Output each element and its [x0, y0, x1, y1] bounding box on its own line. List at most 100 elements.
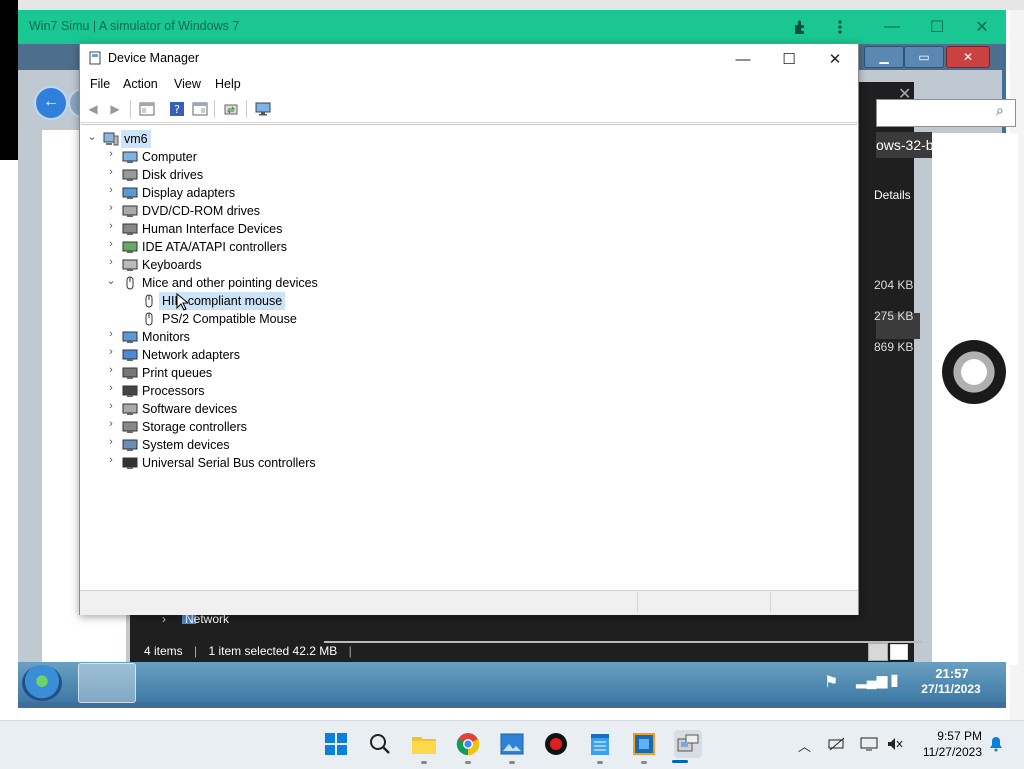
chevron-right-icon[interactable]: ›	[105, 364, 117, 382]
details-view-icon[interactable]	[868, 643, 888, 661]
horizontal-scrollbar[interactable]	[324, 641, 922, 643]
extensions-icon[interactable]	[778, 10, 822, 44]
tree-category-system-devices[interactable]: System devices	[142, 436, 230, 454]
device-manager-icon[interactable]	[674, 730, 702, 758]
flag-icon[interactable]: ⚑	[824, 672, 838, 692]
win11-clock-time[interactable]: 9:57 PM	[920, 729, 982, 743]
tree-category-print-queues[interactable]: Print queues	[142, 364, 212, 382]
menu-help[interactable]: Help	[215, 77, 241, 91]
top-strip	[0, 0, 1024, 10]
update-driver-icon[interactable]	[222, 100, 240, 118]
simu-maximize-button[interactable]: ☐	[915, 10, 959, 44]
network-disconnected-icon[interactable]	[828, 736, 846, 755]
dm-close-button[interactable]: ✕	[812, 44, 858, 74]
chevron-right-icon[interactable]: ›	[105, 184, 117, 202]
details-label[interactable]: Details	[874, 188, 911, 202]
back-icon[interactable]: ◀	[84, 100, 102, 118]
tree-category-processors[interactable]: Processors	[142, 382, 205, 400]
monitors-icon	[122, 331, 138, 343]
help-icon[interactable]: ?	[168, 100, 186, 118]
explorer-minimize-button[interactable]: ▁	[864, 46, 904, 68]
search-icon[interactable]: ⌕	[996, 102, 1004, 119]
file-explorer-icon[interactable]	[410, 730, 438, 758]
dm-minimize-button[interactable]: —	[720, 44, 766, 74]
device-manager-window: Device Manager — ☐ ✕ File Action View He…	[79, 43, 859, 615]
explorer-tab[interactable]: ows-32-b	[876, 132, 932, 158]
chevron-right-icon[interactable]: ›	[105, 328, 117, 346]
running-indicator	[597, 761, 603, 764]
chevron-right-icon[interactable]: ›	[105, 256, 117, 274]
keyboards-icon	[122, 259, 138, 271]
battery-icon[interactable]: ▮	[890, 670, 899, 690]
notification-bell-icon[interactable]	[988, 736, 1004, 755]
scan-hardware-icon[interactable]	[254, 100, 272, 118]
win7-clock-time[interactable]: 21:57	[917, 666, 987, 681]
explorer-close-button[interactable]: ✕	[946, 46, 990, 68]
chevron-right-icon[interactable]: ›	[105, 346, 117, 364]
back-arrow-icon[interactable]: ←	[34, 86, 68, 120]
chevron-right-icon[interactable]: ›	[105, 400, 117, 418]
show-hide-console-tree-icon[interactable]	[138, 100, 156, 118]
notepad-icon[interactable]	[586, 730, 614, 758]
signal-icon[interactable]: ▂▄▆	[856, 672, 887, 689]
tree-category-monitors[interactable]: Monitors	[142, 328, 190, 346]
record-icon[interactable]	[542, 730, 570, 758]
tree-category-software-devices[interactable]: Software devices	[142, 400, 237, 418]
chevron-up-icon[interactable]: ︿	[798, 736, 811, 755]
processors-icon	[122, 385, 138, 397]
explorer-maximize-button[interactable]: ▭	[904, 46, 944, 68]
menu-file[interactable]: File	[90, 77, 110, 91]
chevron-right-icon[interactable]: ›	[105, 202, 117, 220]
display-icon[interactable]	[860, 736, 878, 755]
mouse-device-icon	[145, 294, 153, 308]
search-icon[interactable]	[366, 730, 394, 758]
toolbar-separator	[130, 100, 131, 118]
tiles-view-icon[interactable]	[890, 644, 908, 660]
simu-close-button[interactable]: ✕	[960, 10, 1004, 44]
chevron-right-icon[interactable]: ›	[105, 238, 117, 256]
chevron-right-icon[interactable]: ›	[105, 148, 117, 166]
win7-start-icon[interactable]	[22, 665, 62, 701]
properties-icon[interactable]	[191, 100, 209, 118]
more-options-icon[interactable]	[818, 10, 862, 44]
forward-icon[interactable]: ▶	[106, 100, 124, 118]
chrome-icon[interactable]	[454, 730, 482, 758]
chevron-right-icon[interactable]: ›	[105, 166, 117, 184]
loading-ring-icon	[942, 340, 1006, 404]
volume-muted-icon[interactable]	[886, 736, 904, 755]
tree-category-display-adapters[interactable]: Display adapters	[142, 184, 235, 202]
dm-maximize-button[interactable]: ☐	[766, 44, 812, 74]
tree-category-dvd-cd-rom-drives[interactable]: DVD/CD-ROM drives	[142, 202, 260, 220]
menu-view[interactable]: View	[174, 77, 201, 91]
menu-action[interactable]: Action	[123, 77, 158, 91]
win11-clock-date[interactable]: 11/27/2023	[910, 745, 982, 759]
chevron-right-icon[interactable]: ›	[105, 436, 117, 454]
tree-category-disk-drives[interactable]: Disk drives	[142, 166, 203, 184]
tree-category-keyboards[interactable]: Keyboards	[142, 256, 202, 274]
explorer-search-input[interactable]	[876, 99, 1016, 127]
win7-clock-date[interactable]: 27/11/2023	[907, 682, 995, 696]
tree-root-vm6[interactable]: vm6	[121, 130, 151, 148]
photos-icon[interactable]	[498, 730, 526, 758]
chevron-down-icon[interactable]: ⌄	[86, 130, 98, 148]
virtualbox-icon[interactable]	[630, 730, 658, 758]
tree-category-mice-and-other-pointing-devices[interactable]: Mice and other pointing devices	[142, 274, 318, 292]
tree-category-network-adapters[interactable]: Network adapters	[142, 346, 240, 364]
status-selection: 1 item selected 42.2 MB	[208, 644, 338, 658]
tree-category-universal-serial-bus-controllers[interactable]: Universal Serial Bus controllers	[142, 454, 316, 472]
chevron-right-icon[interactable]: ›	[105, 418, 117, 436]
tree-category-storage-controllers[interactable]: Storage controllers	[142, 418, 247, 436]
chevron-right-icon[interactable]: ›	[105, 220, 117, 238]
tree-category-human-interface-devices[interactable]: Human Interface Devices	[142, 220, 282, 238]
tree-device-ps-2-compatible-mouse[interactable]: PS/2 Compatible Mouse	[159, 310, 300, 328]
start-icon[interactable]	[322, 730, 350, 758]
taskbar-device-manager-icon[interactable]	[78, 663, 136, 703]
tree-category-computer[interactable]: Computer	[142, 148, 197, 166]
chevron-right-icon[interactable]: ›	[105, 454, 117, 472]
chevron-right-icon[interactable]: ›	[105, 382, 117, 400]
tree-category-ide-ata-atapi-controllers[interactable]: IDE ATA/ATAPI controllers	[142, 238, 287, 256]
dm-title: Device Manager	[108, 51, 200, 65]
chevron-down-icon[interactable]: ⌄	[105, 274, 117, 292]
simu-minimize-button[interactable]: —	[870, 10, 914, 44]
explorer-statusbar: 4 items | 1 item selected 42.2 MB |	[144, 644, 352, 658]
